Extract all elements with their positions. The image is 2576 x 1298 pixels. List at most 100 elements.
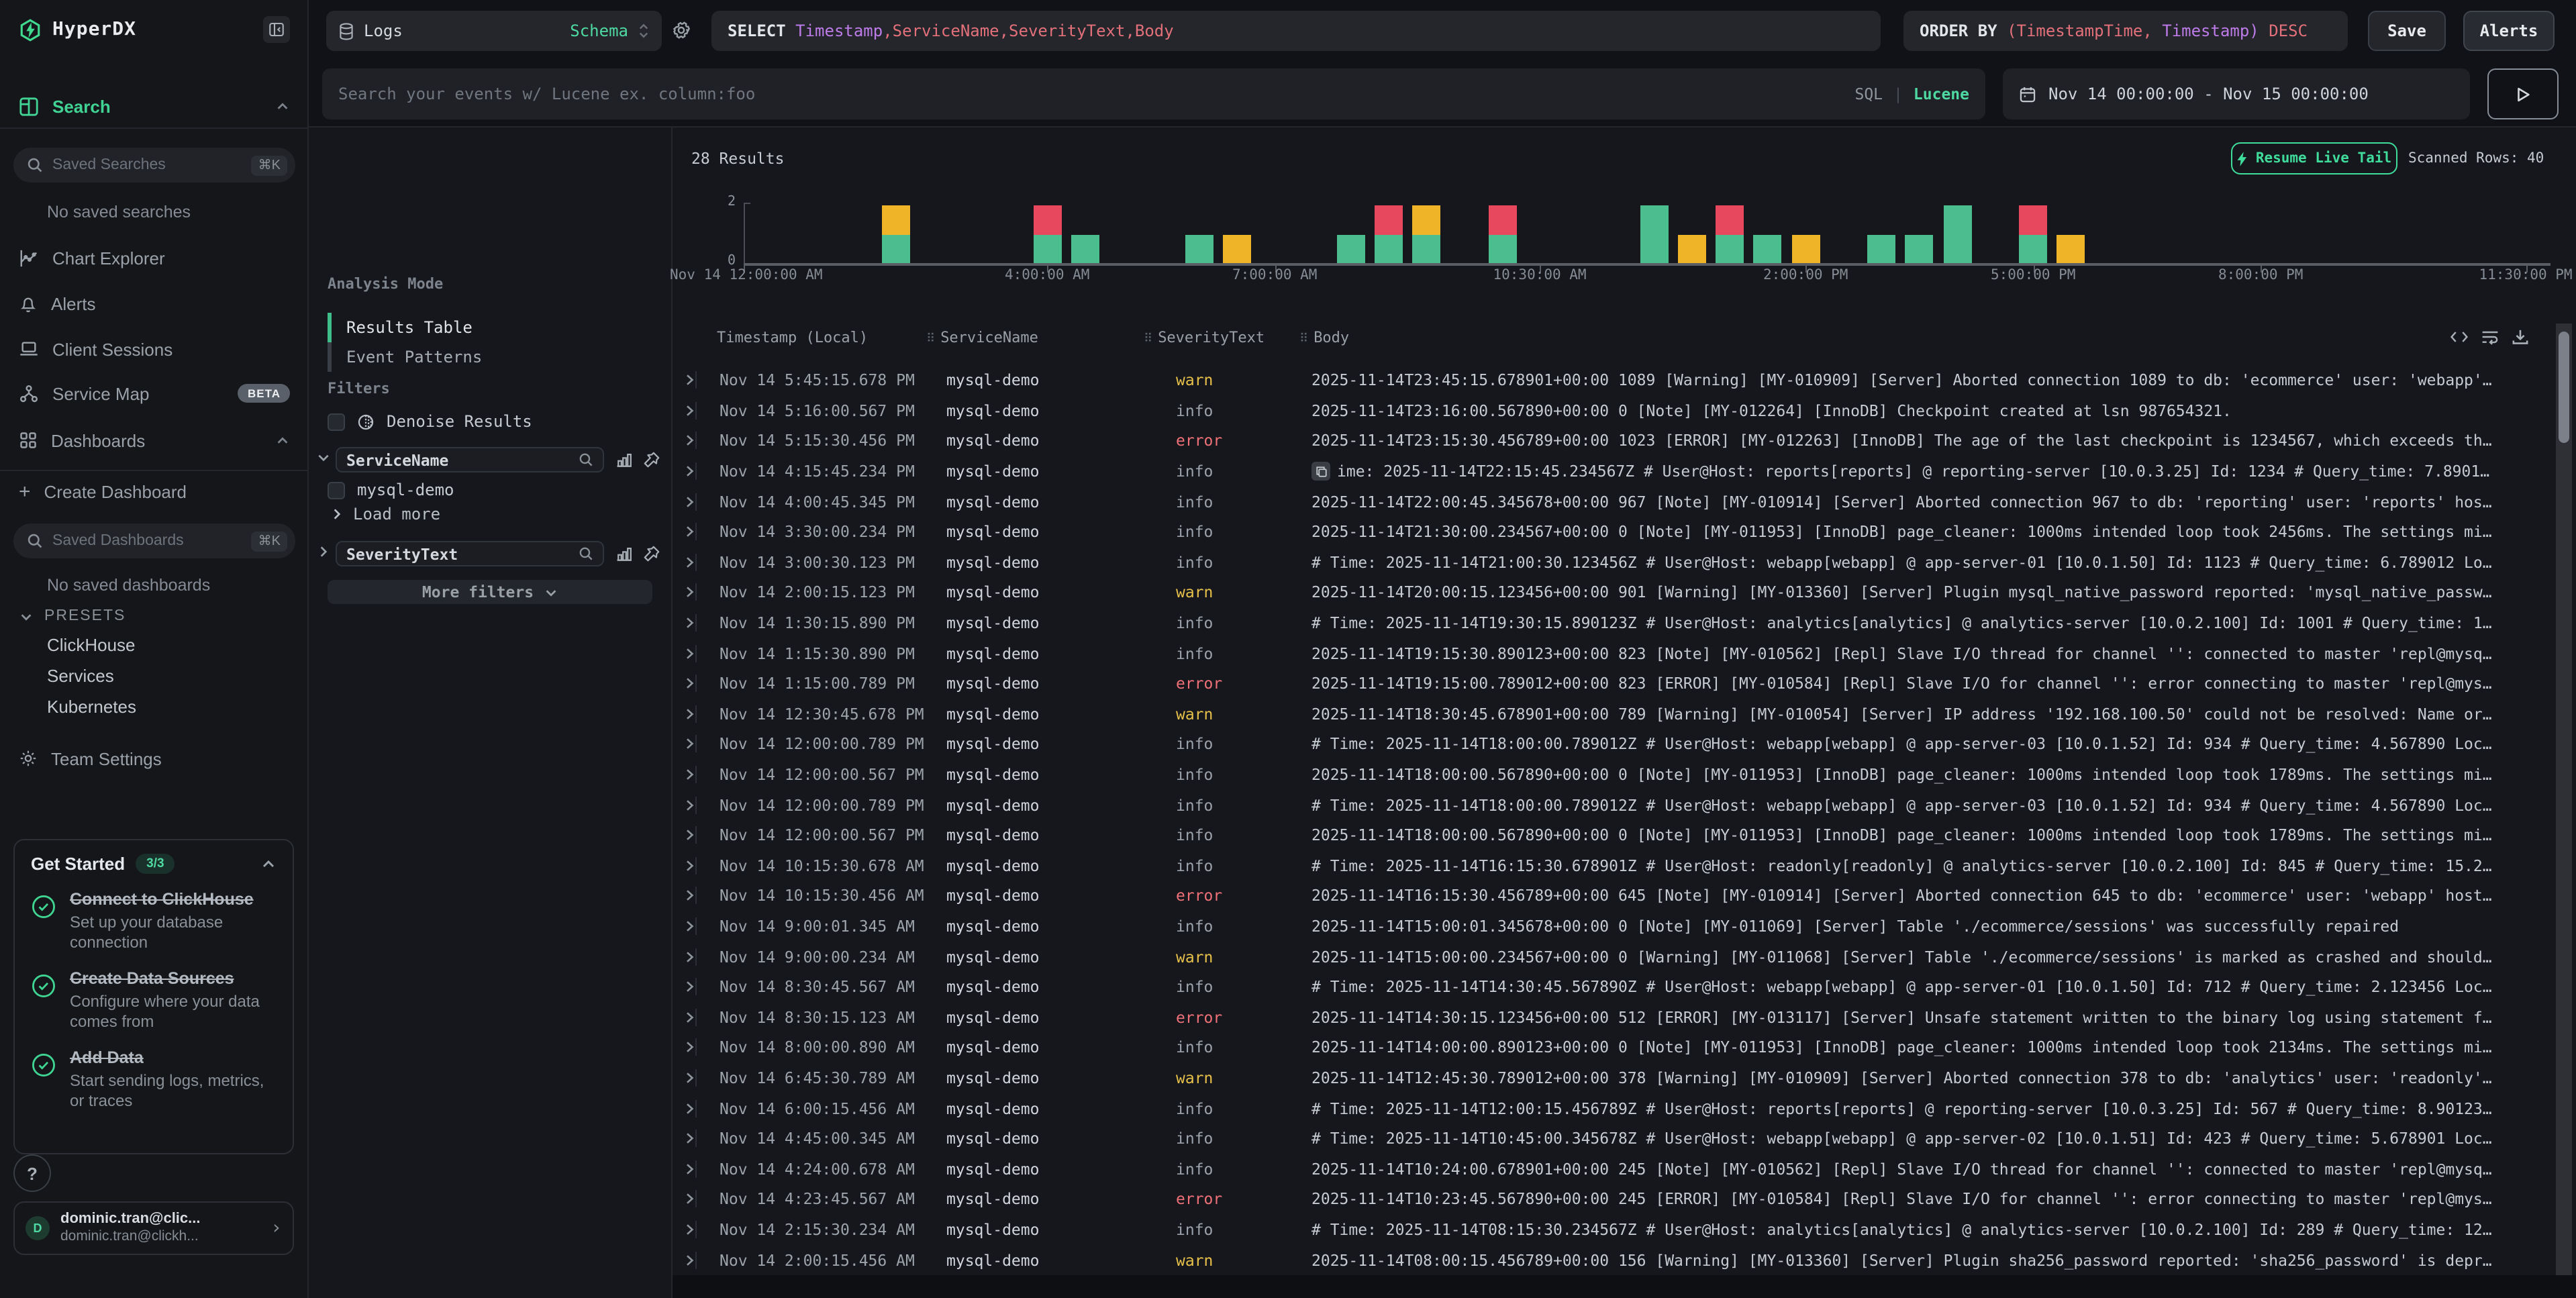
histogram-bar-info[interactable] <box>2019 234 2047 263</box>
histogram-bar-warn[interactable] <box>881 205 909 234</box>
log-row[interactable]: Nov 14 8:00:00.890 AMmysql-demoinfo2025-… <box>673 1032 2576 1062</box>
source-settings-gear-icon[interactable] <box>671 20 691 40</box>
user-menu[interactable]: D dominic.tran@clic... dominic.tran@clic… <box>13 1201 294 1255</box>
preset-clickhouse[interactable]: ClickHouse <box>47 635 136 655</box>
sidebar-item-client-sessions[interactable]: Client Sessions <box>0 330 309 368</box>
expand-row-chevron-icon[interactable] <box>683 890 695 902</box>
expand-row-chevron-icon[interactable] <box>683 526 695 538</box>
code-view-icon[interactable] <box>2450 329 2469 345</box>
histogram-bar-error[interactable] <box>1488 205 1516 234</box>
expand-row-chevron-icon[interactable] <box>683 768 695 781</box>
get-started-item[interactable]: Add DataStart sending logs, metrics, or … <box>31 1048 277 1111</box>
log-row[interactable]: Nov 14 4:00:45.345 PMmysql-demoinfo2025-… <box>673 487 2576 517</box>
expand-row-chevron-icon[interactable] <box>683 1042 695 1054</box>
histogram-bar-info[interactable] <box>1412 234 1440 263</box>
log-row[interactable]: Nov 14 4:24:00.678 AMmysql-demoinfo2025-… <box>673 1154 2576 1184</box>
scrollbar-track[interactable] <box>2556 323 2572 1275</box>
histogram-bar-error[interactable] <box>1033 205 1061 234</box>
expand-row-chevron-icon[interactable] <box>683 617 695 629</box>
log-row[interactable]: Nov 14 2:00:15.456 AMmysql-demowarn2025-… <box>673 1245 2576 1275</box>
expand-row-chevron-icon[interactable] <box>683 860 695 872</box>
log-row[interactable]: Nov 14 9:00:00.234 AMmysql-demowarn2025-… <box>673 942 2576 972</box>
log-row[interactable]: Nov 14 12:30:45.678 PMmysql-demowarn2025… <box>673 699 2576 729</box>
expand-row-chevron-icon[interactable] <box>683 1193 695 1205</box>
mode-sql[interactable]: SQL <box>1854 85 1883 103</box>
denoise-results-option[interactable]: Denoise Results <box>328 412 532 431</box>
histogram-bar-info[interactable] <box>1033 234 1061 263</box>
histogram-bar-warn[interactable] <box>1412 205 1440 234</box>
filter-value-checkbox[interactable] <box>328 481 345 499</box>
wrap-lines-icon[interactable] <box>2481 329 2499 345</box>
histogram-bar-info[interactable] <box>1754 234 1782 263</box>
histogram-bar-info[interactable] <box>1867 234 1895 263</box>
expand-row-chevron-icon[interactable] <box>683 1072 695 1084</box>
log-row[interactable]: Nov 14 1:15:00.789 PMmysql-demoerror2025… <box>673 668 2576 699</box>
chevron-right-icon[interactable] <box>317 545 330 558</box>
sidebar-item-dashboards[interactable]: Dashboards <box>0 421 309 459</box>
run-query-button[interactable] <box>2487 68 2559 119</box>
pin-icon[interactable] <box>643 545 660 562</box>
expand-row-chevron-icon[interactable] <box>683 950 695 962</box>
log-row[interactable]: Nov 14 1:30:15.890 PMmysql-demoinfo# Tim… <box>673 608 2576 638</box>
histogram-bar-info[interactable] <box>1716 234 1744 263</box>
chevron-down-icon[interactable] <box>317 451 330 464</box>
expand-row-chevron-icon[interactable] <box>683 647 695 659</box>
chevron-up-icon[interactable] <box>275 433 290 448</box>
log-row[interactable]: Nov 14 10:15:30.456 AMmysql-demoerror202… <box>673 881 2576 911</box>
sidebar-item-team-settings[interactable]: Team Settings <box>0 740 309 777</box>
filter-value-mysql-demo[interactable]: mysql-demo <box>328 481 454 499</box>
more-filters-button[interactable]: More filters <box>328 580 652 604</box>
expand-row-chevron-icon[interactable] <box>683 799 695 811</box>
create-dashboard-button[interactable]: + Create Dashboard <box>0 472 309 510</box>
log-row[interactable]: Nov 14 5:16:00.567 PMmysql-demoinfo2025-… <box>673 395 2576 426</box>
chevron-up-icon[interactable] <box>275 99 290 113</box>
expand-row-chevron-icon[interactable] <box>683 1163 695 1175</box>
expand-row-chevron-icon[interactable] <box>683 556 695 568</box>
log-row[interactable]: Nov 14 9:00:01.345 AMmysql-demoinfo2025-… <box>673 911 2576 942</box>
histogram-bar-info[interactable] <box>1640 205 1668 263</box>
expand-row-chevron-icon[interactable] <box>683 435 695 447</box>
expand-row-chevron-icon[interactable] <box>683 1011 695 1024</box>
log-row[interactable]: Nov 14 10:15:30.678 AMmysql-demoinfo# Ti… <box>673 850 2576 881</box>
log-row[interactable]: Nov 14 12:00:00.789 PMmysql-demoinfo# Ti… <box>673 790 2576 820</box>
log-row[interactable]: Nov 14 4:45:00.345 AMmysql-demoinfo# Tim… <box>673 1124 2576 1154</box>
save-button[interactable]: Save <box>2368 11 2446 51</box>
drag-handle-icon[interactable]: ⠿ <box>1144 333 1152 346</box>
preset-kubernetes[interactable]: Kubernetes <box>47 697 136 717</box>
log-row[interactable]: Nov 14 5:45:15.678 PMmysql-demowarn2025-… <box>673 365 2576 395</box>
date-range-picker[interactable]: Nov 14 00:00:00 - Nov 15 00:00:00 <box>2003 68 2470 119</box>
histogram-bar-error[interactable] <box>1375 205 1403 234</box>
expand-row-chevron-icon[interactable] <box>683 1133 695 1145</box>
expand-row-chevron-icon[interactable] <box>683 1254 695 1266</box>
expand-row-chevron-icon[interactable] <box>683 405 695 417</box>
sql-select-editor[interactable]: SELECT Timestamp,ServiceName,SeverityTex… <box>711 11 1881 51</box>
sidebar-item-alerts[interactable]: Alerts <box>0 285 309 322</box>
expand-row-chevron-icon[interactable] <box>683 375 695 387</box>
log-row[interactable]: Nov 14 12:00:00.567 PMmysql-demoinfo2025… <box>673 820 2576 850</box>
histogram-bar-warn[interactable] <box>1791 234 1820 263</box>
sidebar-item-chart-explorer[interactable]: Chart Explorer <box>0 239 309 277</box>
source-select[interactable]: Logs Schema <box>326 11 662 51</box>
histogram-bar-info[interactable] <box>1943 205 1971 263</box>
column-header-severitytext[interactable]: ⠿SeverityText <box>1144 329 1265 346</box>
histogram-bar-info[interactable] <box>1336 234 1365 263</box>
histogram-bar-info[interactable] <box>1488 234 1516 263</box>
presets-toggle[interactable]: PRESETS <box>0 601 309 631</box>
log-row[interactable]: Nov 14 12:00:00.567 PMmysql-demoinfo2025… <box>673 760 2576 790</box>
histogram-bar-info[interactable] <box>1375 234 1403 263</box>
log-row[interactable]: Nov 14 6:45:30.789 AMmysql-demowarn2025-… <box>673 1063 2576 1093</box>
log-row[interactable]: Nov 14 4:23:45.567 AMmysql-demoerror2025… <box>673 1184 2576 1214</box>
histogram-bar-error[interactable] <box>2019 205 2047 234</box>
column-header-timestamp-local-[interactable]: Timestamp (Local) <box>717 329 868 346</box>
column-header-servicename[interactable]: ⠿ServiceName <box>926 329 1038 346</box>
expand-row-chevron-icon[interactable] <box>683 1102 695 1114</box>
sidebar-item-search[interactable]: Search <box>0 87 309 125</box>
log-row[interactable]: Nov 14 8:30:15.123 AMmysql-demoerror2025… <box>673 1002 2576 1032</box>
saved-searches-input[interactable]: Saved Searches ⌘K <box>13 148 295 183</box>
expand-row-chevron-icon[interactable] <box>683 1224 695 1236</box>
alerts-button[interactable]: Alerts <box>2463 11 2555 51</box>
sidebar-collapse-icon[interactable] <box>263 16 290 43</box>
expand-row-chevron-icon[interactable] <box>683 495 695 507</box>
log-row[interactable]: Nov 14 6:00:15.456 AMmysql-demoinfo# Tim… <box>673 1093 2576 1124</box>
expand-row-chevron-icon[interactable] <box>683 830 695 842</box>
